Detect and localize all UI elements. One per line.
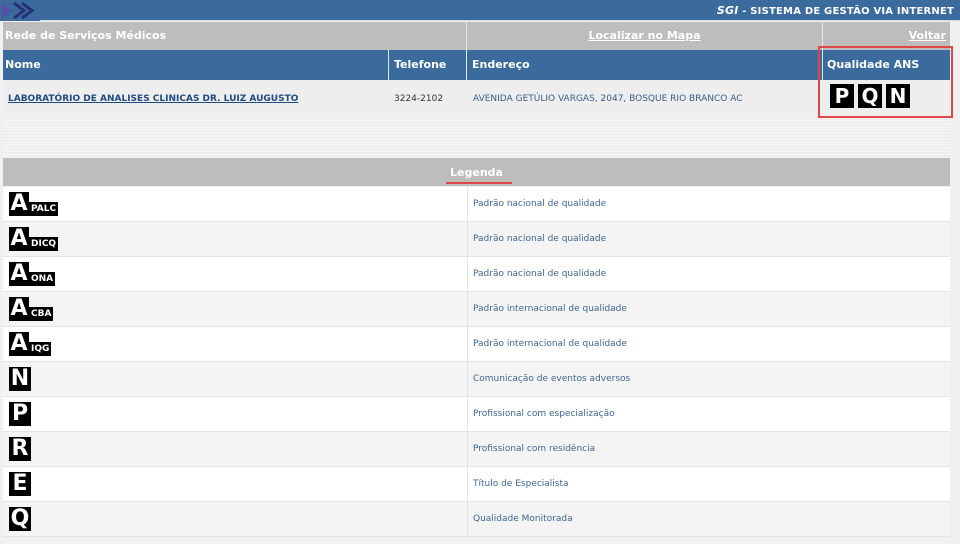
back-link[interactable]: Voltar: [909, 29, 946, 42]
legend-item: E Título de Especialista: [3, 467, 950, 502]
legend-item: N Comunicação de eventos adversos: [3, 362, 950, 397]
provider-name-link[interactable]: LABORATÓRIO DE ANALISES CLINICAS DR. LUI…: [8, 94, 298, 104]
column-divider: [467, 292, 468, 326]
map-link[interactable]: Localizar no Mapa: [588, 29, 700, 42]
badge-letter: E: [9, 472, 31, 496]
brand-label: SGI - SISTEMA DE GESTÃO VIA INTERNET: [717, 4, 954, 17]
p-badge-icon: P: [9, 402, 31, 426]
brand-long: - SISTEMA DE GESTÃO VIA INTERNET: [738, 6, 954, 17]
section-header: Rede de Serviços Médicos Localizar no Ma…: [3, 22, 950, 50]
legend-item: A ONA Padrão nacional de qualidade: [3, 257, 950, 292]
legend-description: Comunicação de eventos adversos: [473, 374, 631, 384]
column-divider: [467, 257, 468, 291]
column-divider: [467, 222, 468, 256]
badge-letter: A: [9, 331, 29, 356]
badge-subscript: ONA: [29, 272, 56, 286]
column-divider: [467, 502, 468, 536]
legend-description: Título de Especialista: [473, 479, 569, 489]
badge-subscript: DICQ: [29, 237, 59, 251]
badge-letter: A: [9, 261, 29, 286]
column-header-phone: Telefone: [389, 50, 467, 80]
double-chevron-icon: [0, 0, 40, 21]
column-divider: [467, 432, 468, 466]
column-header-address: Endereço: [467, 50, 823, 80]
quality-highlight-box: [818, 46, 953, 118]
column-header-name: Nome: [3, 50, 389, 80]
legend-description: Padrão nacional de qualidade: [473, 199, 607, 209]
badge-subscript: PALC: [29, 202, 59, 216]
spacer-area: [3, 118, 950, 156]
badge-letter: A: [9, 226, 29, 251]
badge-letter: A: [9, 296, 29, 321]
legend-description: Padrão nacional de qualidade: [473, 269, 607, 279]
legend-item: A PALC Padrão nacional de qualidade: [3, 187, 950, 222]
badge-subscript: CBA: [29, 307, 54, 321]
legend-item: A DICQ Padrão nacional de qualidade: [3, 222, 950, 257]
badge-letter: A: [9, 191, 29, 216]
q-badge-icon: Q: [9, 507, 31, 531]
map-link-cell: Localizar no Mapa: [467, 22, 823, 50]
badge-letter: R: [9, 437, 31, 461]
badge-letter: P: [9, 402, 31, 426]
brand-short: SGI: [716, 4, 739, 17]
legend-description: Profissional com residência: [473, 444, 596, 454]
legend-item: A IQG Padrão internacional de qualidade: [3, 327, 950, 362]
provider-address: AVENIDA GETÚLIO VARGAS, 2047, BOSQUE RIO…: [473, 94, 743, 104]
legend-description: Padrão nacional de qualidade: [473, 234, 607, 244]
provider-phone: 3224-2102: [394, 94, 444, 104]
legend-title-underline: [446, 182, 512, 184]
column-divider: [467, 467, 468, 501]
legend-description: Qualidade Monitorada: [473, 514, 573, 524]
legend-description: Padrão internacional de qualidade: [473, 304, 627, 314]
column-divider: [467, 397, 468, 431]
legend-item: R Profissional com residência: [3, 432, 950, 467]
table-row: LABORATÓRIO DE ANALISES CLINICAS DR. LUI…: [3, 80, 950, 118]
provider-name-cell: LABORATÓRIO DE ANALISES CLINICAS DR. LUI…: [3, 80, 389, 118]
table-header: Nome Telefone Endereço Qualidade ANS: [3, 50, 950, 80]
column-divider: [467, 187, 468, 221]
legend-description: Padrão internacional de qualidade: [473, 339, 627, 349]
section-title: Rede de Serviços Médicos: [3, 22, 467, 50]
r-badge-icon: R: [9, 437, 31, 461]
badge-letter: N: [9, 366, 31, 391]
legend-title: Legenda: [450, 166, 503, 179]
badge-letter: Q: [9, 506, 31, 531]
legend-item: Q Qualidade Monitorada: [3, 502, 950, 537]
column-divider: [467, 327, 468, 361]
e-badge-icon: E: [9, 472, 31, 496]
n-badge-icon: N: [9, 367, 31, 391]
legend-header: Legenda: [3, 158, 950, 186]
legend-description: Profissional com especialização: [473, 409, 615, 419]
legend-item: P Profissional com especialização: [3, 397, 950, 432]
badge-subscript: IQG: [29, 342, 52, 356]
top-bar: SGI - SISTEMA DE GESTÃO VIA INTERNET: [0, 0, 960, 21]
legend-item: A CBA Padrão internacional de qualidade: [3, 292, 950, 327]
column-divider: [467, 362, 468, 396]
